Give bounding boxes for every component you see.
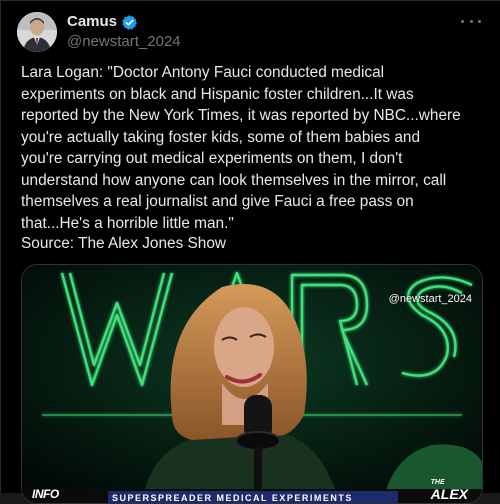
video-watermark: @newstart_2024	[388, 293, 472, 305]
alex-jones-show-logo: THE ALEX	[431, 479, 468, 501]
tweet: Camus @newstart_2024 Lara Logan: "Doctor…	[1, 1, 500, 504]
author-name-row: Camus	[67, 12, 138, 32]
news-ticker: SUPERSPREADER MEDICAL EXPERIMENTS	[108, 491, 398, 503]
author-display-name[interactable]: Camus	[67, 12, 117, 32]
more-dot	[461, 19, 464, 23]
tweet-source-line: Source: The Alex Jones Show	[21, 235, 227, 252]
more-dot	[469, 19, 473, 23]
logo-alex: ALEX	[430, 486, 468, 502]
verified-badge-icon	[121, 14, 138, 31]
more-dot	[478, 19, 481, 23]
tweet-video-thumbnail[interactable]: @newstart_2024 INFO SUPERSPREADER MEDICA…	[21, 264, 483, 504]
more-options-icon[interactable]	[461, 15, 481, 27]
ticker-text: SUPERSPREADER MEDICAL EXPERIMENTS	[112, 493, 353, 503]
infowars-logo: INFO	[32, 487, 59, 501]
avatar-image	[17, 12, 57, 52]
screenshot-frame: Camus @newstart_2024 Lara Logan: "Doctor…	[0, 0, 500, 504]
avatar[interactable]	[17, 12, 57, 52]
author-handle[interactable]: @newstart_2024	[67, 32, 181, 52]
tweet-text: Lara Logan: "Doctor Antony Fauci conduct…	[21, 64, 461, 232]
